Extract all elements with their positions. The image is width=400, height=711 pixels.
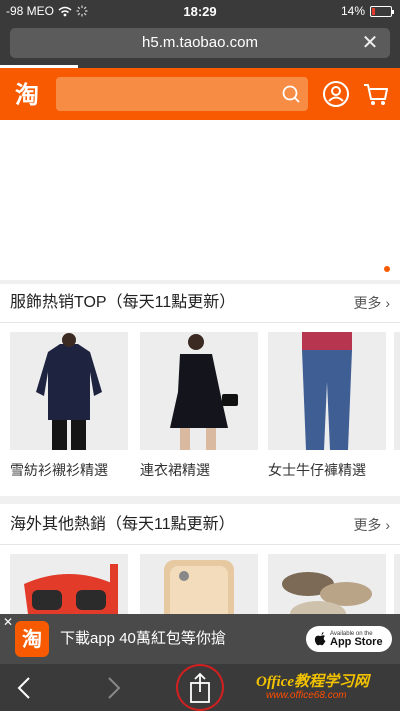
product-label: 女士牛仔褲精選 [268,462,366,478]
url-field[interactable]: h5.m.taobao.com ✕ [10,28,390,58]
apple-icon [314,632,326,646]
battery-fill [372,7,375,15]
carousel-indicator [384,266,390,272]
taobao-logo[interactable]: 淘 [10,78,44,112]
taobao-app-logo: 淘 [15,621,49,657]
divider [0,544,400,545]
search-icon[interactable] [280,83,302,105]
divider [0,322,400,323]
partial-image [394,332,400,450]
app-download-banner[interactable]: ✕ 淘 下載app 40萬紅包等你搶 Available on the App … [0,614,400,664]
more-link[interactable]: 更多 › [353,506,390,544]
back-icon[interactable] [14,674,34,702]
section-apparel-top: 服飾热销TOP（每天11點更新） 更多 › 雪紡衫襯衫精選 連衣裙精選 女士牛仔… [0,284,400,486]
app-store-label: Available on the App Store [330,631,383,648]
close-icon[interactable]: ✕ [3,615,13,629]
watermark-url: www.office68.com [266,690,347,701]
user-icon[interactable] [322,80,350,108]
product-label: 雪紡衫襯衫精選 [10,462,108,478]
product-card[interactable]: 連衣裙精選 [140,332,258,480]
browser-url-area: h5.m.taobao.com ✕ [0,22,400,68]
watermark: Office教程学习网 [256,674,370,690]
product-card[interactable]: 女士牛仔褲精選 [268,332,386,480]
product-card[interactable]: 雪紡衫襯衫精選 [10,332,128,480]
close-icon[interactable]: ✕ [358,28,382,58]
section-overseas: 海外其他熱銷（每天11點更新） 更多 › [0,506,400,672]
app-store-button[interactable]: Available on the App Store [306,626,392,652]
promo-banner[interactable] [0,120,400,280]
jeans-image [268,332,386,450]
chevron-right-icon: › [385,517,390,533]
status-bar: -98 MEO 18:29 14% [0,0,400,22]
more-link[interactable]: 更多 › [353,284,390,322]
url-text: h5.m.taobao.com [142,34,258,51]
app-download-text: 下載app 40萬紅包等你搶 [60,630,226,647]
search-input[interactable] [56,77,308,111]
battery-icon [370,5,394,17]
product-label: 連衣裙精選 [140,462,210,478]
cart-icon[interactable] [362,80,390,108]
chevron-right-icon: › [385,295,390,311]
site-header: 淘 [0,68,400,120]
product-card-partial[interactable] [394,332,400,450]
forward-icon[interactable] [104,674,124,702]
share-icon[interactable] [186,672,214,704]
section-title: 海外其他熱銷（每天11點更新） [10,516,235,533]
section-title: 服飾热销TOP（每天11點更新） [10,294,236,311]
shirt-image [10,332,128,450]
app-store-big-text: App Store [330,635,383,648]
dress-image [140,332,258,450]
battery-percent: 14% [340,4,365,18]
section-gap [0,496,400,504]
status-right: 14% [340,4,394,18]
